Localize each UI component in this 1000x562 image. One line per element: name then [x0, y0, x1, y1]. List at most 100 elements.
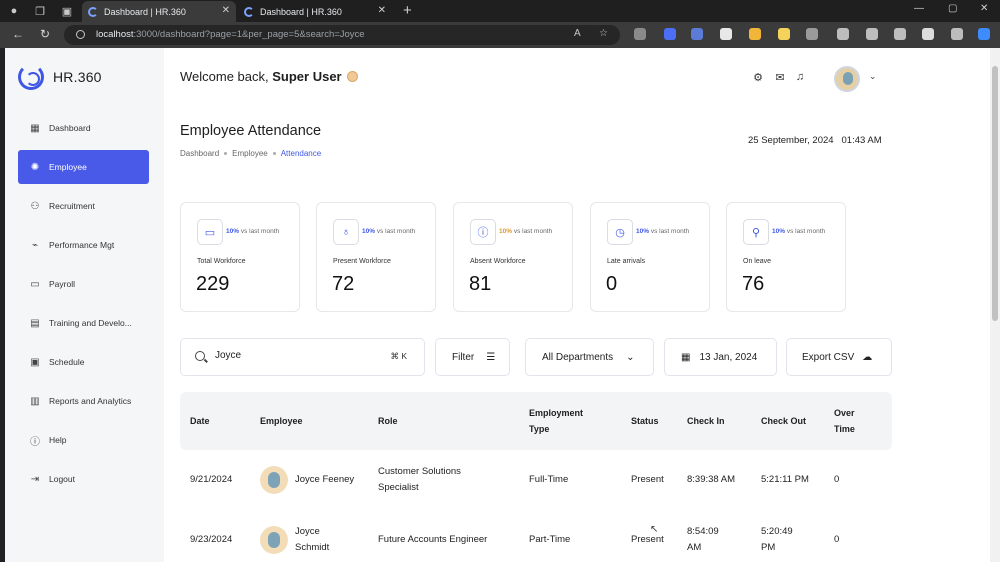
extension-icon[interactable]: [634, 28, 646, 40]
cell-role: Future Accounts Engineer: [378, 534, 488, 545]
date-picker[interactable]: ▦ 13 Jan, 2024: [664, 338, 777, 376]
search-input[interactable]: [215, 350, 375, 361]
sidebar-item-label: Employee: [49, 162, 87, 172]
settings-icon[interactable]: ⚙: [751, 70, 765, 84]
grid-icon: ▦: [30, 122, 40, 134]
card-label: Late arrivals: [607, 258, 646, 265]
welcome-prefix: Welcome back,: [180, 69, 273, 84]
trend-percent: 10%: [226, 228, 240, 235]
sun-emoji-icon: [346, 71, 358, 82]
breadcrumb-separator: [224, 152, 228, 155]
employee-name: Joyce Feeney: [295, 474, 355, 485]
extension-icon[interactable]: [664, 28, 676, 40]
sidebar-item-label: Logout: [49, 474, 75, 484]
logout-icon: ⇥: [30, 473, 40, 485]
department-select[interactable]: All Departments ⌄: [525, 338, 654, 376]
sidebar-item-dashboard[interactable]: ▦ Dashboard: [18, 111, 149, 145]
book-icon: ▤: [30, 317, 40, 329]
sidebar-item-payroll[interactable]: ▭ Payroll: [18, 267, 149, 301]
sidebar-item-recruitment[interactable]: ⚇ Recruitment: [18, 189, 149, 223]
user-avatar[interactable]: [834, 66, 860, 92]
browser-essentials-icon[interactable]: [922, 28, 934, 40]
table-row[interactable]: 9/21/2024 Joyce Feeney Customer Solution…: [180, 450, 892, 510]
page-scrollbar[interactable]: [990, 48, 1000, 562]
sidebar-item-help[interactable]: ⓘ Help: [18, 423, 149, 457]
cell-status: Present: [631, 474, 664, 485]
sidebar-item-logout[interactable]: ⇥ Logout: [18, 462, 149, 496]
cell-check-in: 8:54:09 AM: [687, 526, 719, 553]
maximize-icon[interactable]: ▢: [948, 3, 957, 14]
scrollbar-thumb[interactable]: [992, 66, 998, 321]
browser-tab-1[interactable]: Dashboard | HR.360 ✕: [82, 1, 236, 22]
chevron-down-icon[interactable]: ⌄: [869, 71, 877, 82]
employee-avatar: [260, 466, 288, 494]
page-title: Employee Attendance: [180, 123, 322, 139]
table-header: Date Employee Role Employment Type Statu…: [180, 392, 892, 450]
extension-icon[interactable]: [806, 28, 818, 40]
extension-icon[interactable]: [720, 28, 732, 40]
extension-icon[interactable]: [691, 28, 703, 40]
address-bar[interactable]: localhost:3000/dashboard?page=1&per_page…: [64, 25, 620, 45]
breadcrumb-separator: [272, 152, 276, 155]
more-menu-icon[interactable]: [951, 28, 963, 40]
workspaces-icon[interactable]: ❐: [32, 3, 48, 19]
cell-employee: Joyce Feeney: [260, 450, 365, 510]
welcome-message: Welcome back, Super User: [180, 69, 358, 84]
close-tab-icon[interactable]: ✕: [222, 5, 230, 16]
cell-employee: Joyce Schmidt: [260, 510, 340, 562]
column-header[interactable]: Role: [378, 392, 398, 450]
sidebar-item-label: Performance Mgt: [49, 240, 115, 250]
url-text: localhost:3000/dashboard?page=1&per_page…: [96, 29, 365, 40]
sidebar-item-schedule[interactable]: ▣ Schedule: [18, 345, 149, 379]
column-header[interactable]: Check Out: [761, 392, 806, 450]
tab-actions-icon[interactable]: ▣: [59, 3, 75, 19]
refresh-icon[interactable]: ↻: [40, 27, 50, 41]
back-icon[interactable]: ←: [12, 27, 24, 41]
favorite-star-icon[interactable]: ☆: [599, 28, 608, 39]
window-close-icon[interactable]: ✕: [980, 3, 988, 14]
sidebar-item-employee[interactable]: ✺ Employee: [18, 150, 149, 184]
breadcrumb-dashboard[interactable]: Dashboard: [180, 149, 219, 158]
card-trend: 10% vs last month: [226, 228, 279, 235]
sidebar-item-performance[interactable]: ⌁ Performance Mgt: [18, 228, 149, 262]
app-window: HR.360 ▦ Dashboard ✺ Employee ⚇ Recruitment…: [5, 48, 990, 562]
filter-label: Filter: [452, 351, 475, 363]
column-header[interactable]: Over Time: [834, 392, 869, 450]
export-label: Export CSV: [802, 351, 855, 363]
cell-check-out: 5:20:49 PM: [761, 526, 793, 553]
copilot-icon[interactable]: [978, 28, 990, 40]
table-row[interactable]: 9/23/2024 Joyce Schmidt Future Accounts …: [180, 510, 892, 562]
close-tab-icon[interactable]: ✕: [378, 5, 386, 16]
cell-check-out: 5:21:11 PM: [761, 474, 809, 485]
minimize-icon[interactable]: —: [914, 3, 924, 14]
mail-icon[interactable]: ✉: [773, 70, 787, 84]
sidebar-item-reports[interactable]: ▥ Reports and Analytics: [18, 384, 149, 418]
extension-icon[interactable]: [778, 28, 790, 40]
new-tab-icon[interactable]: +: [403, 2, 412, 19]
bell-icon[interactable]: ♫: [793, 70, 807, 84]
attendance-table: Date Employee Role Employment Type Statu…: [180, 392, 892, 562]
favorites-icon[interactable]: [866, 28, 878, 40]
stat-card-late-arrivals: ◷ 10% vs last month Late arrivals 0: [590, 202, 710, 312]
logo[interactable]: HR.360: [18, 64, 102, 90]
column-header[interactable]: Date: [190, 392, 210, 450]
site-info-icon[interactable]: [76, 30, 85, 39]
logo-text: HR.360: [53, 69, 102, 85]
column-header[interactable]: Employee: [260, 392, 303, 450]
sidebar: HR.360 ▦ Dashboard ✺ Employee ⚇ Recruitment…: [5, 48, 164, 562]
column-header[interactable]: Status: [631, 392, 659, 450]
profile-icon[interactable]: ●: [6, 3, 22, 19]
filter-button[interactable]: Filter ☰: [435, 338, 510, 376]
extension-icon[interactable]: [749, 28, 761, 40]
sidebar-item-training[interactable]: ▤ Training and Develo...: [18, 306, 149, 340]
export-csv-button[interactable]: Export CSV ☁: [786, 338, 892, 376]
calendar-icon: ▦: [681, 351, 691, 363]
browser-tab-title: Dashboard | HR.360: [260, 6, 342, 17]
column-header[interactable]: Check In: [687, 392, 725, 450]
read-aloud-icon[interactable]: A: [574, 28, 581, 39]
column-header[interactable]: Employment Type: [529, 392, 604, 450]
split-screen-icon[interactable]: [837, 28, 849, 40]
collections-icon[interactable]: [894, 28, 906, 40]
breadcrumb-employee[interactable]: Employee: [232, 149, 268, 158]
browser-tab-2[interactable]: Dashboard | HR.360 ✕: [238, 1, 392, 22]
